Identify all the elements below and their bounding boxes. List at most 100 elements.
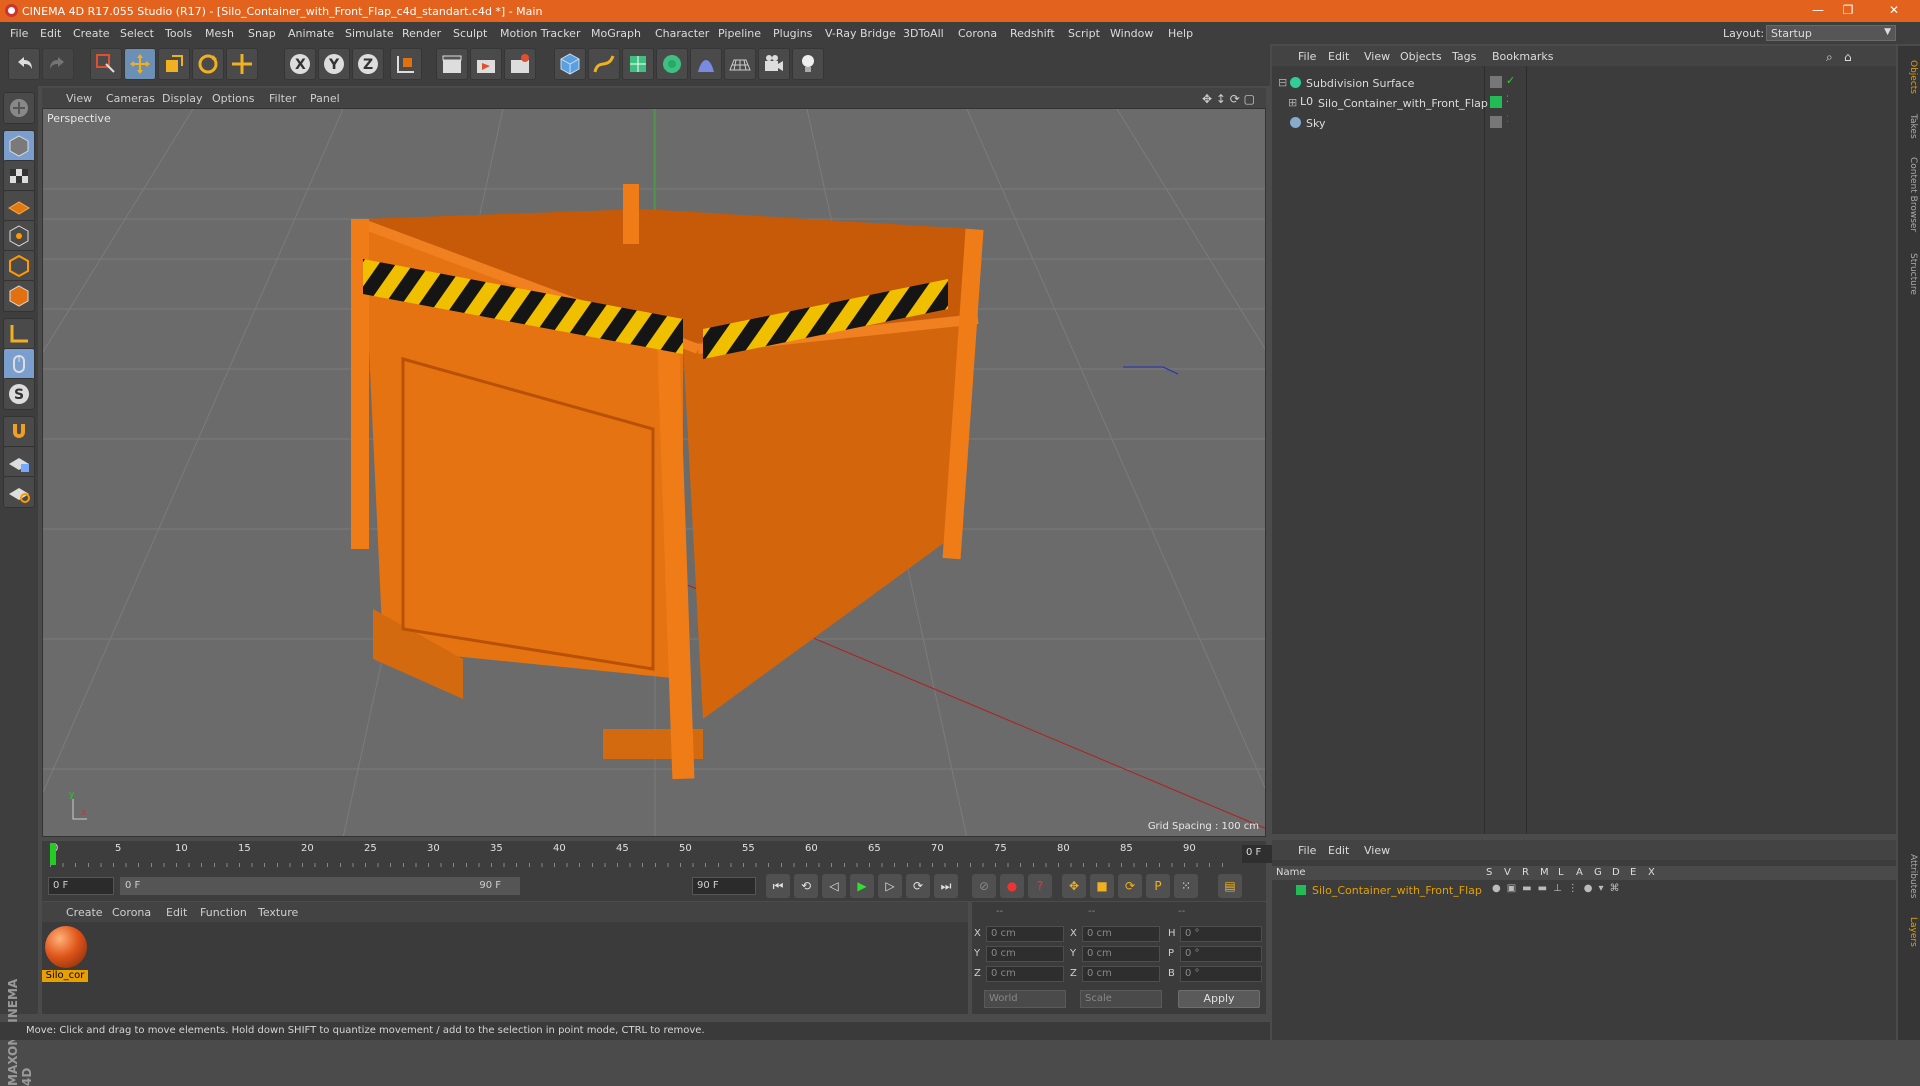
tab-layers[interactable]: Layers: [1900, 912, 1918, 952]
menu-redshift[interactable]: Redshift: [1010, 27, 1055, 40]
layer-row[interactable]: Silo_Container_with_Front_Flap ●▣▬▬⊥⋮●▾⌘: [1272, 882, 1896, 902]
menu-file[interactable]: File: [10, 27, 28, 40]
render-view-button[interactable]: [436, 48, 468, 80]
position-y-field[interactable]: 0 cm: [986, 946, 1064, 962]
planar-workplane-button[interactable]: [3, 476, 35, 508]
collapse-icon[interactable]: ⊟: [1278, 76, 1287, 89]
layer-swatch[interactable]: [1490, 76, 1502, 88]
model-mode-button[interactable]: [3, 130, 35, 162]
menu-mograph[interactable]: MoGraph: [591, 27, 641, 40]
undo-button[interactable]: [8, 48, 40, 80]
objects-menu-view[interactable]: View: [1364, 50, 1390, 63]
size-z-field[interactable]: 0 cm: [1082, 966, 1160, 982]
points-mode-button[interactable]: [3, 220, 35, 252]
go-to-start-button[interactable]: ⏮: [766, 874, 790, 898]
key-rotation-button[interactable]: ⟳: [1118, 874, 1142, 898]
start-frame-field[interactable]: 0 F: [48, 877, 114, 895]
material-menu-function[interactable]: Function: [200, 906, 247, 919]
render-settings-button[interactable]: [504, 48, 536, 80]
workplane-mode-button[interactable]: [3, 190, 35, 222]
layers-menu-edit[interactable]: Edit: [1328, 844, 1349, 857]
menu-mesh[interactable]: Mesh: [205, 27, 234, 40]
menu-3dtoall[interactable]: 3DToAll: [903, 27, 944, 40]
autokey-button[interactable]: ●: [1000, 874, 1024, 898]
tab-objects[interactable]: Objects: [1900, 52, 1918, 102]
workplane-lock-button[interactable]: [3, 446, 35, 478]
snap-button[interactable]: [3, 416, 35, 448]
x-axis-lock-button[interactable]: X: [284, 48, 316, 80]
viewport-menu-view[interactable]: View: [66, 92, 92, 105]
previous-key-button[interactable]: ⟲: [794, 874, 818, 898]
layers-menu-view[interactable]: View: [1364, 844, 1390, 857]
menu-window[interactable]: Window: [1110, 27, 1153, 40]
menu-corona[interactable]: Corona: [958, 27, 997, 40]
move-tool-button[interactable]: [124, 48, 156, 80]
key-point-level-button[interactable]: ⁙: [1174, 874, 1198, 898]
coordinate-system-button[interactable]: [390, 48, 422, 80]
material-menu-texture[interactable]: Texture: [258, 906, 298, 919]
object-row-sky[interactable]: Sky ⁚: [1272, 114, 1896, 134]
minimize-button[interactable]: —: [1810, 3, 1826, 19]
expand-icon[interactable]: ⊞: [1288, 96, 1297, 109]
size-mode-select[interactable]: Scale: [1080, 990, 1162, 1008]
layer-swatch[interactable]: [1490, 96, 1502, 108]
playhead[interactable]: [50, 843, 56, 865]
objects-menu-bookmarks[interactable]: Bookmarks: [1492, 50, 1553, 63]
viewport-menu-cameras[interactable]: Cameras: [106, 92, 155, 105]
close-button[interactable]: ✕: [1886, 3, 1902, 19]
add-camera-button[interactable]: [758, 48, 790, 80]
restore-button[interactable]: ❐: [1840, 3, 1856, 19]
menu-select[interactable]: Select: [120, 27, 154, 40]
tab-attributes[interactable]: Attributes: [1900, 846, 1918, 906]
rotation-p-field[interactable]: 0 °: [1180, 946, 1262, 962]
key-scale-button[interactable]: ■: [1090, 874, 1114, 898]
material-menu-edit[interactable]: Edit: [166, 906, 187, 919]
viewport-menu-filter[interactable]: Filter: [269, 92, 296, 105]
z-axis-lock-button[interactable]: Z: [352, 48, 384, 80]
size-x-field[interactable]: 0 cm: [1082, 926, 1160, 942]
key-position-button[interactable]: ✥: [1062, 874, 1086, 898]
visibility-dots-icon[interactable]: ⁚: [1506, 115, 1509, 125]
scale-tool-button[interactable]: [158, 48, 190, 80]
viewport-nav-icons[interactable]: ✥ ↕ ⟳ ▢: [1202, 92, 1255, 106]
objects-menu-edit[interactable]: Edit: [1328, 50, 1349, 63]
layout-select[interactable]: Startup ▼: [1766, 25, 1896, 41]
key-parameter-button[interactable]: P: [1146, 874, 1170, 898]
add-light-button[interactable]: [792, 48, 824, 80]
object-row-subdivision-surface[interactable]: ⊟ Subdivision Surface ✓: [1272, 74, 1896, 94]
add-generator-button[interactable]: [622, 48, 654, 80]
polygons-mode-button[interactable]: [3, 280, 35, 312]
rotate-tool-button[interactable]: [192, 48, 224, 80]
add-array-button[interactable]: [656, 48, 688, 80]
enabled-check-icon[interactable]: ✓: [1506, 74, 1515, 87]
previous-frame-button[interactable]: ◁: [822, 874, 846, 898]
solo-mode-button[interactable]: S: [3, 378, 35, 410]
axis-mode-button[interactable]: [3, 318, 35, 350]
home-icon[interactable]: ⌂: [1844, 50, 1852, 64]
add-spline-button[interactable]: [588, 48, 620, 80]
texture-mode-button[interactable]: [3, 160, 35, 192]
objects-menu-objects[interactable]: Objects: [1400, 50, 1442, 63]
timeline-ruler[interactable]: 0 5 10 15 20 25 30 35 40 45 50 55 60 65 …: [42, 841, 1304, 871]
layers-menu-file[interactable]: File: [1298, 844, 1316, 857]
tab-takes[interactable]: Takes: [1900, 106, 1918, 146]
apply-button[interactable]: Apply: [1178, 990, 1260, 1008]
menu-snap[interactable]: Snap: [248, 27, 276, 40]
end-frame-field[interactable]: 90 F: [692, 877, 756, 895]
viewport-menu-options[interactable]: Options: [212, 92, 254, 105]
rotation-b-field[interactable]: 0 °: [1180, 966, 1262, 982]
menu-render[interactable]: Render: [402, 27, 441, 40]
perspective-viewport[interactable]: y x Perspective Grid Spacing : 100 cm: [42, 108, 1266, 837]
menu-sculpt[interactable]: Sculpt: [453, 27, 487, 40]
edges-mode-button[interactable]: [3, 250, 35, 282]
tweak-mode-button[interactable]: [3, 348, 35, 380]
layer-color-swatch[interactable]: [1296, 885, 1306, 895]
visibility-dots-icon[interactable]: ⁚: [1506, 95, 1509, 105]
search-icon[interactable]: ⌕: [1826, 50, 1833, 65]
menu-help[interactable]: Help: [1168, 27, 1193, 40]
live-selection-button[interactable]: [90, 48, 122, 80]
menu-edit[interactable]: Edit: [40, 27, 61, 40]
rotation-h-field[interactable]: 0 °: [1180, 926, 1262, 942]
menu-create[interactable]: Create: [73, 27, 110, 40]
menu-pipeline[interactable]: Pipeline: [718, 27, 761, 40]
